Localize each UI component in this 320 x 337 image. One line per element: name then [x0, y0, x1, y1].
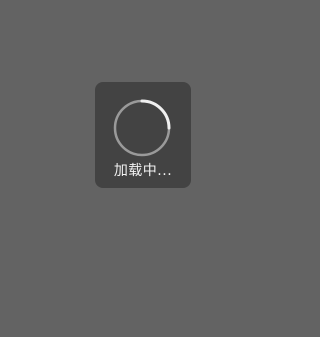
loading-toast: 加载中...	[95, 82, 191, 188]
loading-label: 加载中...	[113, 163, 173, 179]
loading-spinner-icon	[113, 99, 171, 157]
